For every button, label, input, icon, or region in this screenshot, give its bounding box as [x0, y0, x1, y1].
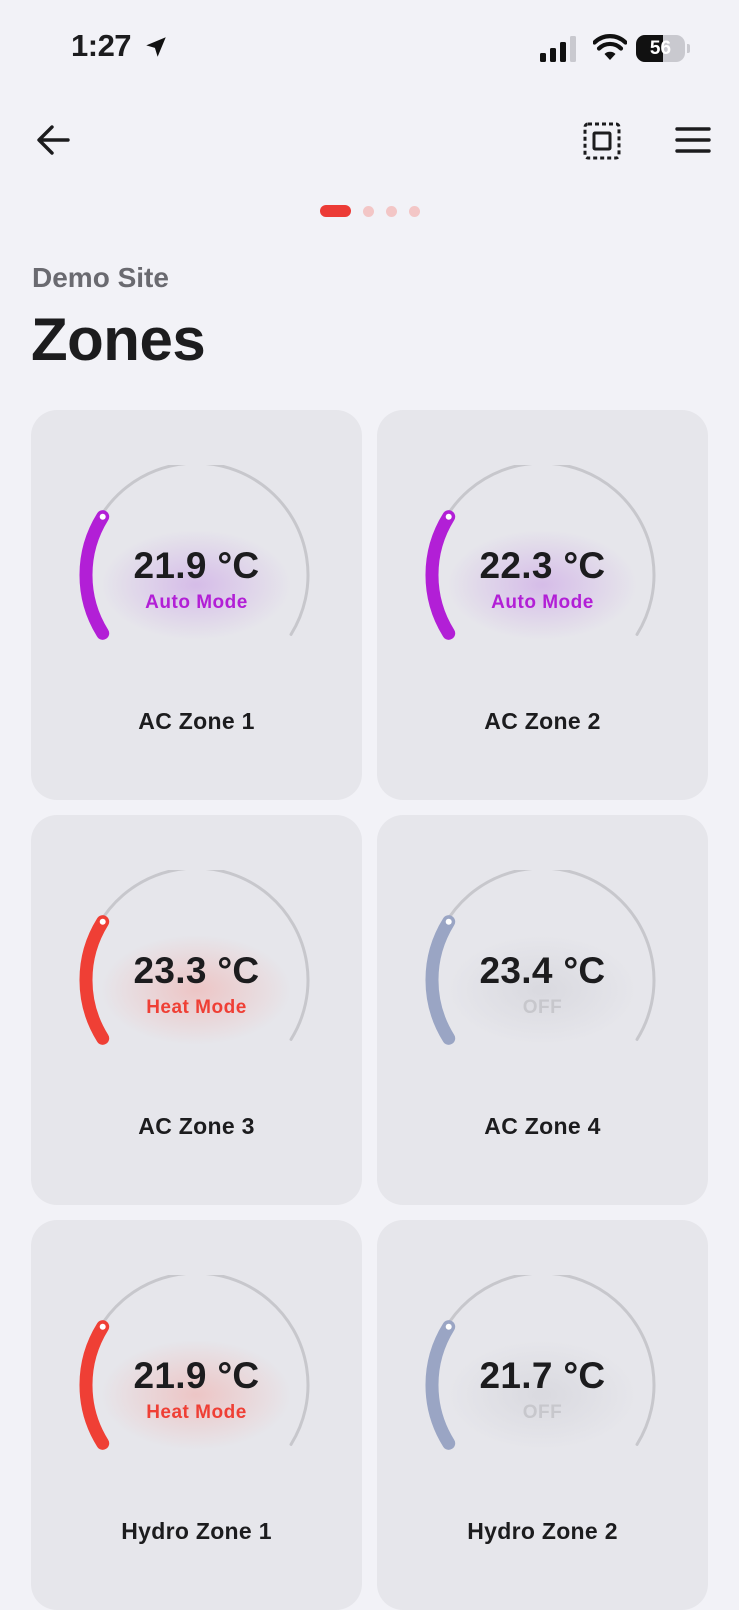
- location-arrow-icon: [146, 37, 166, 57]
- gauge-handle[interactable]: [445, 1323, 452, 1330]
- wifi-icon: [593, 34, 627, 60]
- site-name: Demo Site: [32, 262, 169, 293]
- zone-mode: Heat Mode: [146, 1402, 247, 1423]
- zone-name: AC Zone 1: [138, 708, 255, 734]
- page-title: Zones: [31, 306, 206, 373]
- zone-name: AC Zone 4: [484, 1113, 601, 1139]
- gauge-handle[interactable]: [99, 918, 106, 925]
- zone-card-ac-zone-1[interactable]: 21.9 °C Auto Mode AC Zone 1: [31, 410, 362, 800]
- status-bar: 1:27 56: [0, 0, 739, 100]
- zone-mode: Heat Mode: [146, 997, 247, 1018]
- gauge-handle[interactable]: [99, 1323, 106, 1330]
- zone-card-ac-zone-2[interactable]: 22.3 °C Auto Mode AC Zone 2: [377, 410, 708, 800]
- zone-temperature: 21.9 °C: [133, 545, 260, 586]
- page-dot-2[interactable]: [363, 205, 374, 217]
- battery-cap: [687, 44, 690, 53]
- zone-mode: Auto Mode: [491, 592, 594, 613]
- zone-card-ac-zone-4[interactable]: 23.4 °C OFF AC Zone 4: [377, 815, 708, 1205]
- back-arrow-icon[interactable]: [34, 120, 74, 160]
- battery-indicator: 56: [636, 35, 691, 62]
- cellular-signal-icon: [540, 36, 576, 62]
- zone-name: Hydro Zone 2: [467, 1518, 618, 1544]
- zone-name: Hydro Zone 1: [121, 1518, 272, 1544]
- status-time: 1:27: [71, 28, 132, 63]
- zone-mode: OFF: [522, 1402, 563, 1423]
- page-dot-3[interactable]: [386, 205, 397, 217]
- page-dot-4[interactable]: [409, 205, 420, 217]
- zone-temperature: 22.3 °C: [479, 545, 606, 586]
- scan-icon[interactable]: [583, 122, 621, 160]
- zone-card-ac-zone-3[interactable]: 23.3 °C Heat Mode AC Zone 3: [31, 815, 362, 1205]
- zone-temperature: 23.3 °C: [133, 950, 260, 991]
- zone-card-hydro-zone-1[interactable]: 21.9 °C Heat Mode Hydro Zone 1: [31, 1220, 362, 1610]
- hamburger-menu-icon[interactable]: [674, 124, 712, 156]
- gauge-handle[interactable]: [99, 513, 106, 520]
- page-indicator: [320, 205, 420, 217]
- battery-level: 56: [649, 38, 672, 59]
- zone-mode: OFF: [522, 997, 563, 1018]
- gauge-handle[interactable]: [445, 918, 452, 925]
- gauge-handle[interactable]: [445, 513, 452, 520]
- zone-name: AC Zone 2: [484, 708, 601, 734]
- page-dot-1[interactable]: [320, 205, 351, 217]
- zone-card-hydro-zone-2[interactable]: 21.7 °C OFF Hydro Zone 2: [377, 1220, 708, 1610]
- battery-body: 56: [636, 35, 685, 62]
- zone-temperature: 21.7 °C: [479, 1355, 606, 1396]
- zone-mode: Auto Mode: [145, 592, 248, 613]
- zone-temperature: 23.4 °C: [479, 950, 606, 991]
- zone-name: AC Zone 3: [138, 1113, 255, 1139]
- zone-temperature: 21.9 °C: [133, 1355, 260, 1396]
